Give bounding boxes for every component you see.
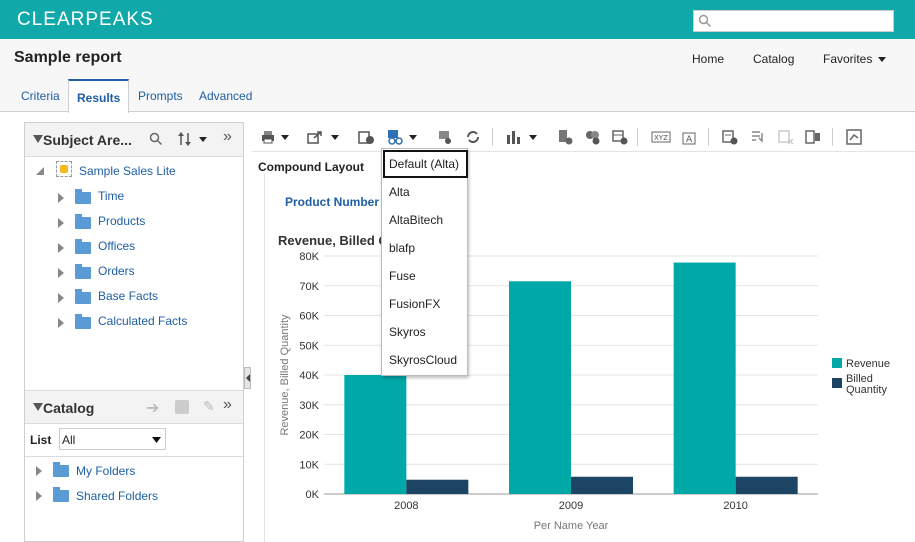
- subject-area-root[interactable]: Sample Sales Lite: [79, 163, 176, 179]
- style-menu-item[interactable]: AltaBitech: [389, 213, 443, 227]
- bar-revenue: [509, 281, 571, 494]
- tab-criteria[interactable]: Criteria: [21, 89, 60, 103]
- style-menu-item[interactable]: FusionFX: [389, 297, 440, 311]
- bar-billed-quantity: [571, 476, 633, 494]
- collapse-triangle-icon[interactable]: [33, 135, 43, 145]
- expand-triangle-icon[interactable]: [58, 193, 64, 203]
- main-content: XYZ A Compound Layout Product Number Rev…: [252, 122, 915, 542]
- tree-item-calculated-facts[interactable]: Calculated Facts: [98, 313, 187, 329]
- tree-item-orders[interactable]: Orders: [98, 263, 135, 279]
- folder-icon: [75, 264, 91, 279]
- left-panel: Subject Are... » Sample Sales Lite Time …: [24, 122, 244, 542]
- folder-icon: [75, 314, 91, 329]
- y-tick-label: 80K: [299, 251, 319, 263]
- sort-icon[interactable]: [177, 131, 193, 147]
- x-tick-label: 2009: [559, 500, 583, 512]
- legend-label-line: Quantity: [846, 384, 887, 396]
- style-menu-item[interactable]: Fuse: [389, 269, 416, 283]
- legend-swatch: [832, 378, 842, 388]
- bar-revenue: [673, 262, 736, 494]
- edit-icon[interactable]: ✎: [203, 398, 215, 415]
- y-tick-label: 70K: [299, 281, 319, 293]
- favorites-chevron-down-icon[interactable]: [878, 57, 886, 62]
- list-select[interactable]: All: [59, 428, 166, 450]
- y-tick-label: 10K: [299, 459, 319, 471]
- style-dropdown-menu: Default (Alta) Alta AltaBitech blafp Fuse Fus…: [381, 148, 468, 376]
- subject-area-header: Subject Are... »: [25, 123, 243, 157]
- list-label: List: [30, 433, 52, 447]
- list-select-value: All: [62, 433, 76, 447]
- nav-favorites-link[interactable]: Favorites: [823, 52, 872, 66]
- tree-item-my-folders[interactable]: My Folders: [76, 463, 135, 479]
- bar-billed-quantity: [735, 476, 798, 494]
- chevron-down-icon: [152, 437, 161, 443]
- chevron-down-icon[interactable]: [199, 137, 207, 143]
- arrow-right-icon[interactable]: ➔: [146, 398, 159, 418]
- tab-prompts[interactable]: Prompts: [138, 89, 183, 103]
- bar-revenue: [344, 375, 407, 494]
- folder-icon: [75, 189, 91, 204]
- tree-item-offices[interactable]: Offices: [98, 238, 135, 254]
- style-menu-item[interactable]: Alta: [389, 185, 410, 199]
- subject-area-title: Subject Are...: [43, 132, 132, 148]
- top-bar: CLEARPEAKS: [0, 0, 915, 39]
- expanded-triangle-icon[interactable]: [36, 167, 46, 177]
- search-input[interactable]: [693, 10, 894, 32]
- folder-icon: [75, 239, 91, 254]
- tree-item-products[interactable]: Products: [98, 213, 145, 229]
- collapse-panel-icon[interactable]: »: [223, 128, 232, 146]
- folder-icon: [53, 487, 69, 502]
- nav-catalog-link[interactable]: Catalog: [753, 52, 794, 66]
- search-icon[interactable]: [149, 132, 163, 146]
- y-tick-label: 40K: [299, 370, 319, 382]
- folder-icon: [75, 214, 91, 229]
- nav-home-link[interactable]: Home: [692, 52, 724, 66]
- catalog-header: Catalog ➔ ✎ »: [25, 390, 243, 424]
- page-title: Sample report: [14, 49, 122, 66]
- tree-item-time[interactable]: Time: [98, 188, 124, 204]
- expand-triangle-icon[interactable]: [58, 318, 64, 328]
- x-axis-label: Per Name Year: [534, 520, 609, 532]
- tab-advanced[interactable]: Advanced: [199, 89, 252, 103]
- folder-icon: [75, 289, 91, 304]
- y-tick-label: 0K: [306, 489, 320, 501]
- style-menu-item[interactable]: Default (Alta): [389, 157, 459, 171]
- expand-triangle-icon[interactable]: [36, 491, 42, 501]
- legend-label: Revenue: [846, 358, 890, 370]
- style-menu-item[interactable]: SkyrosCloud: [389, 353, 457, 367]
- y-axis-label: Revenue, Billed Quantity: [279, 314, 291, 436]
- y-tick-label: 60K: [299, 311, 319, 323]
- style-menu-item[interactable]: Skyros: [389, 325, 426, 339]
- bar-chart: 0K 10K 20K 30K 40K 50K 60K 70K 80K 2008 2009 2010 Pe…: [279, 251, 890, 532]
- bar-billed-quantity: [406, 479, 469, 494]
- catalog-title: Catalog: [43, 400, 95, 416]
- expand-triangle-icon[interactable]: [58, 293, 64, 303]
- y-tick-label: 30K: [299, 400, 319, 412]
- tab-results[interactable]: Results: [68, 79, 130, 113]
- folder-icon: [53, 462, 69, 477]
- x-tick-label: 2010: [723, 500, 747, 512]
- expand-triangle-icon[interactable]: [58, 218, 64, 228]
- y-tick-label: 20K: [299, 430, 319, 442]
- x-tick-label: 2008: [394, 500, 418, 512]
- collapse-triangle-icon[interactable]: [33, 403, 43, 413]
- subject-area-icon: [56, 161, 72, 177]
- panel-collapse-handle[interactable]: [244, 367, 251, 389]
- tree-item-shared-folders[interactable]: Shared Folders: [76, 488, 158, 504]
- brand-logo: CLEARPEAKS: [17, 9, 154, 30]
- expand-triangle-icon[interactable]: [58, 243, 64, 253]
- style-menu-item[interactable]: blafp: [389, 241, 415, 255]
- expand-triangle-icon[interactable]: [36, 466, 42, 476]
- tab-bar: Criteria Results Prompts Advanced: [0, 79, 915, 113]
- y-tick-label: 50K: [299, 340, 319, 352]
- page-header: Sample report Home Catalog Favorites: [0, 39, 915, 79]
- move-icon[interactable]: [175, 400, 189, 414]
- tree-item-base-facts[interactable]: Base Facts: [98, 288, 158, 304]
- legend-swatch: [832, 358, 842, 368]
- collapse-panel-icon[interactable]: »: [223, 396, 232, 414]
- expand-triangle-icon[interactable]: [58, 268, 64, 278]
- search-icon: [698, 14, 712, 28]
